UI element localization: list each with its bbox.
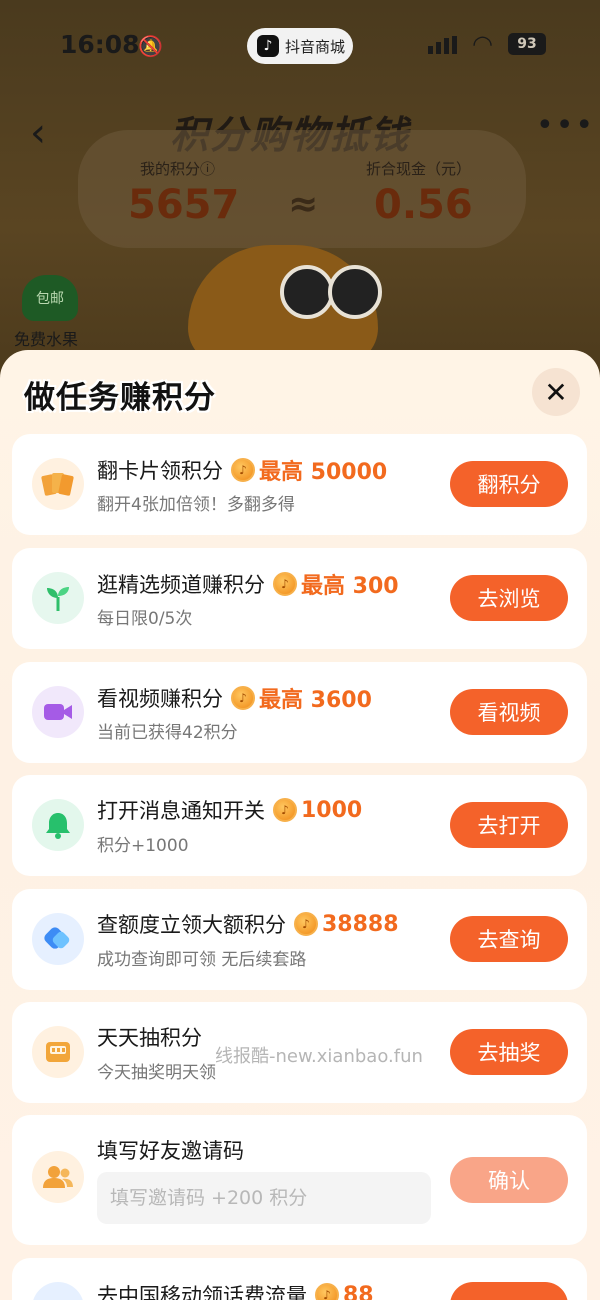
browse-button[interactable]: 去浏览 (450, 575, 568, 621)
cash-label: 折合现金（元） (366, 160, 472, 178)
task-title: 天天抽积分 (97, 1026, 202, 1050)
video-camera-icon (32, 686, 84, 738)
watch-video-button[interactable]: 看视频 (450, 689, 568, 735)
task-card-browse-channel: 逛精选频道赚积分 ♪ 最高 300 每日限0/5次 去浏览 (12, 548, 587, 649)
task-reward: 最高 50000 (259, 460, 388, 485)
task-subtitle: 当前已获得42积分 (97, 723, 238, 743)
mascot-image (188, 245, 382, 365)
task-reward: 1000 (301, 797, 363, 823)
task-reward: 最高 300 (301, 574, 399, 599)
status-bar: 16:08 🔕 ♪ 抖音商城 ◠ 93 (0, 0, 600, 90)
china-mobile-button[interactable] (450, 1282, 568, 1300)
status-time: 16:08 (60, 30, 140, 59)
douyin-logo-icon: ♪ (257, 35, 279, 57)
close-button[interactable]: ✕ (532, 368, 580, 416)
check-limit-button[interactable]: 去查询 (450, 916, 568, 962)
confirm-button[interactable]: 确认 (450, 1157, 568, 1203)
free-fruit-label[interactable]: 免费水果 (14, 326, 78, 350)
task-reward: 88 (343, 1282, 374, 1300)
cash-value: 0.56 (374, 182, 473, 228)
sheet-title: 做任务赚积分 (24, 380, 216, 416)
coin-icon: ♪ (273, 572, 297, 596)
free-shipping-badge[interactable]: 包邮 (22, 275, 78, 321)
task-card-invite-code: 填写好友邀请码 确认 (12, 1115, 587, 1245)
back-arrow-icon[interactable]: ‹ (30, 110, 46, 156)
task-title: 看视频赚积分 ♪ 最高 3600 (97, 682, 372, 714)
my-points-label[interactable]: 我的积分ⓘ (140, 158, 215, 179)
task-title: 去中国移动领话费流量 ♪ 88 (97, 1280, 374, 1300)
flip-points-button[interactable]: 翻积分 (450, 461, 568, 507)
task-card-credit-limit: 查额度立领大额积分 ♪ 38888 成功查询即可领 无后续套路 去查询 (12, 889, 587, 990)
friends-icon (32, 1151, 84, 1203)
coin-icon: ♪ (294, 912, 318, 936)
task-subtitle: 成功查询即可领 无后续套路 (97, 950, 307, 970)
china-mobile-icon (32, 1282, 84, 1300)
signal-icon (428, 36, 457, 54)
enable-notifications-button[interactable]: 去打开 (450, 802, 568, 848)
background-page: 16:08 🔕 ♪ 抖音商城 ◠ 93 ‹ 积分购物抵钱 ••• 我的积分ⓘ 5… (0, 0, 600, 380)
app-name: 抖音商城 (285, 37, 346, 56)
task-card-flip-cards: 翻卡片领积分 ♪ 最高 50000 翻开4张加倍领！多翻多得 翻积分 (12, 434, 587, 535)
more-icon[interactable]: ••• (536, 108, 595, 143)
credit-diamond-icon (32, 913, 84, 965)
task-subtitle: 积分+1000 (97, 836, 189, 856)
coin-icon: ♪ (231, 686, 255, 710)
task-title: 填写好友邀请码 (97, 1139, 244, 1163)
points-card: 我的积分ⓘ 5657 ≈ 折合现金（元） 0.56 (78, 130, 526, 248)
task-sheet: 做任务赚积分 ✕ 翻卡片领积分 ♪ 最高 50000 翻开4张加倍领！多翻多得 … (0, 350, 600, 1300)
task-title: 翻卡片领积分 ♪ 最高 50000 (97, 454, 387, 486)
bell-off-icon: 🔕 (138, 34, 163, 58)
coin-icon: ♪ (273, 798, 297, 822)
task-card-china-mobile: 去中国移动领话费流量 ♪ 88 (12, 1258, 587, 1300)
watermark: 线报酷-new.xianbao.fun (215, 1046, 423, 1067)
lottery-machine-icon (32, 1026, 84, 1078)
task-card-notifications: 打开消息通知开关 ♪ 1000 积分+1000 去打开 (12, 775, 587, 876)
app-switch-pill[interactable]: ♪ 抖音商城 (247, 28, 353, 64)
approx-sign: ≈ (288, 184, 319, 225)
invite-code-input[interactable] (97, 1172, 431, 1224)
coin-icon: ♪ (315, 1283, 339, 1300)
my-points-value: 5657 (128, 182, 240, 228)
task-title: 逛精选频道赚积分 ♪ 最高 300 (97, 568, 399, 600)
task-card-watch-video: 看视频赚积分 ♪ 最高 3600 当前已获得42积分 看视频 (12, 662, 587, 763)
wifi-icon: ◠ (472, 30, 493, 58)
task-reward: 最高 3600 (259, 688, 372, 713)
coin-icon: ♪ (231, 458, 255, 482)
bell-icon (32, 799, 84, 851)
lottery-button[interactable]: 去抽奖 (450, 1029, 568, 1075)
battery-icon: 93 (508, 33, 546, 55)
task-reward: 38888 (322, 911, 399, 937)
task-subtitle: 今天抽奖明天领 (97, 1063, 216, 1083)
task-subtitle: 翻开4张加倍领！多翻多得 (97, 495, 295, 515)
task-subtitle: 每日限0/5次 (97, 609, 193, 629)
cards-icon (32, 458, 84, 510)
task-title: 打开消息通知开关 ♪ 1000 (97, 797, 363, 824)
task-title: 查额度立领大额积分 ♪ 38888 (97, 911, 399, 938)
sprout-icon (32, 572, 84, 624)
